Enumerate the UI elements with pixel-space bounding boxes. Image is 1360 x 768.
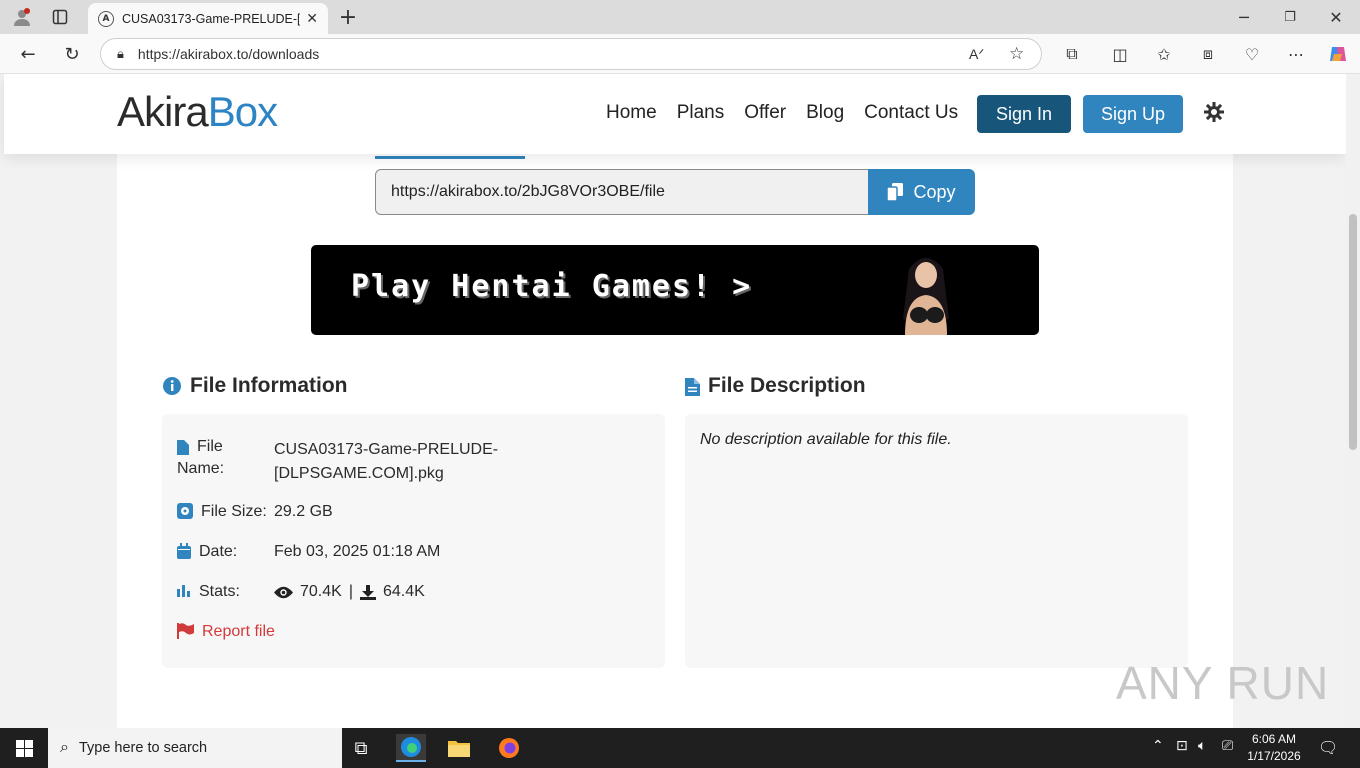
file-icon <box>177 440 189 455</box>
flag-icon <box>177 623 194 639</box>
copy-button-label: Copy <box>913 181 956 202</box>
firefox-icon[interactable] <box>494 734 524 762</box>
search-icon: ⌕ <box>60 739 69 756</box>
taskbar-search[interactable]: ⌕ Type here to search <box>48 728 342 768</box>
network-icon[interactable]: ⎚ <box>1222 738 1233 754</box>
nav-blog[interactable]: Blog <box>806 102 844 124</box>
windows-logo-icon <box>15 739 33 757</box>
address-bar[interactable]: 🔒︎ https://akirabox.to/downloads Aᐟ ☆ <box>100 38 1042 70</box>
tab-title: CUSA03173-Game-PRELUDE-[DLPS <box>122 11 301 26</box>
site-logo[interactable]: AkiraBox <box>117 88 278 136</box>
site-favicon-icon: A <box>98 10 114 27</box>
search-placeholder: Type here to search <box>78 740 208 756</box>
file-description-heading: File Description <box>685 374 866 398</box>
clock-date: 1/17/2026 <box>1247 749 1301 763</box>
file-explorer-icon[interactable] <box>444 734 474 762</box>
tray-device-icon[interactable]: ⊡ <box>1176 738 1188 754</box>
file-information-heading: File Information <box>162 374 348 398</box>
file-size-label: File Size: <box>177 503 267 521</box>
bar-chart-icon <box>177 585 190 597</box>
file-link-field[interactable]: https://akirabox.to/2bJG8VOr3OBE/file <box>375 169 868 215</box>
nav-contact-us[interactable]: Contact Us <box>864 102 958 124</box>
file-size-value: 29.2 GB <box>274 503 333 520</box>
nav-links: Home Plans Offer Blog Contact Us <box>606 102 958 124</box>
sign-in-button[interactable]: Sign In <box>977 95 1071 133</box>
read-aloud-icon[interactable]: Aᐟ <box>969 46 984 63</box>
profile-icon[interactable] <box>8 3 36 31</box>
copilot-icon[interactable] <box>1324 40 1352 68</box>
close-tab-icon[interactable]: ✕ <box>306 11 318 27</box>
download-icon <box>359 584 376 600</box>
taskbar-clock[interactable]: 6:06 AM 1/17/2026 <box>1244 731 1304 765</box>
document-icon <box>685 377 700 396</box>
start-button[interactable] <box>0 728 48 768</box>
restore-icon[interactable]: ❐ <box>1276 3 1304 31</box>
url-text: https://akirabox.to/downloads <box>137 46 320 62</box>
file-description-panel: No description available for this file. <box>685 414 1188 668</box>
volume-icon[interactable]: 🔈︎ <box>1198 738 1206 754</box>
file-description-text: No description available for this file. <box>700 431 952 448</box>
close-window-icon[interactable]: ✕ <box>1322 3 1350 31</box>
tray-chevron-icon[interactable]: ⌃ <box>1152 738 1164 754</box>
file-information-panel: File Name: CUSA03173-Game-PRELUDE- [DLPS… <box>162 414 665 668</box>
file-name-label: File Name: <box>177 438 225 477</box>
favorites-icon[interactable]: ✩ <box>1150 40 1178 68</box>
nav-offer[interactable]: Offer <box>744 102 786 124</box>
watermark-logo: ANY RUN <box>1116 657 1330 709</box>
new-tab-icon[interactable]: + <box>334 3 362 31</box>
copy-icon <box>887 183 904 201</box>
nav-plans[interactable]: Plans <box>677 102 725 124</box>
stats-label: Stats: <box>177 583 240 601</box>
ad-banner[interactable]: Play Hentai Games! > <box>311 245 1039 335</box>
sign-up-button[interactable]: Sign Up <box>1083 95 1183 133</box>
calendar-icon <box>177 543 191 559</box>
task-view-icon[interactable]: ⧉ <box>346 734 376 762</box>
date-label: Date: <box>177 543 237 561</box>
info-circle-icon <box>163 377 181 395</box>
eye-icon <box>274 586 293 598</box>
windows-taskbar: ⌕ Type here to search ⧉ ⌃ ⊡ 🔈︎ ⎚ 6:06 AM… <box>0 728 1360 768</box>
downloads-count: 64.4K <box>382 583 425 600</box>
file-description-title: File Description <box>708 374 866 397</box>
stats-separator: | <box>348 583 353 600</box>
browser-tabstrip: A CUSA03173-Game-PRELUDE-[DLPS ✕ + ─ ❐ ✕ <box>0 0 1360 34</box>
nav-home[interactable]: Home <box>606 102 657 124</box>
views-count: 70.4K <box>300 583 342 600</box>
scrollbar-thumb[interactable] <box>1349 214 1357 450</box>
active-tab[interactable]: A CUSA03173-Game-PRELUDE-[DLPS ✕ <box>88 3 328 34</box>
page-scrollbar[interactable] <box>1346 74 1360 728</box>
ad-banner-text: Play Hentai Games! > <box>351 269 753 304</box>
notifications-icon[interactable]: 🗨︎ <box>1318 738 1338 757</box>
date-value: Feb 03, 2025 01:18 AM <box>274 543 441 560</box>
copy-button[interactable]: Copy <box>868 169 975 215</box>
report-file-link[interactable]: Report file <box>177 623 275 641</box>
edge-taskbar-icon[interactable] <box>396 734 426 762</box>
site-navbar: AkiraBox Home Plans Offer Blog Contact U… <box>4 74 1346 154</box>
collections-icon[interactable]: ⧈ <box>1194 40 1222 68</box>
stats-value: 70.4K | 64.4K <box>274 583 425 601</box>
more-menu-icon[interactable]: ⋯ <box>1282 40 1310 68</box>
active-tab-indicator <box>375 156 525 159</box>
file-name-label-line2: Name: <box>177 460 225 477</box>
page-viewport: https://akirabox.to/2bJG8VOr3OBE/file Co… <box>0 74 1346 728</box>
refresh-icon[interactable]: ↻ <box>58 40 86 68</box>
hard-drive-icon <box>177 503 193 519</box>
ad-character-image <box>903 258 949 335</box>
tab-actions-icon[interactable] <box>46 3 74 31</box>
theme-toggle-icon[interactable] <box>1204 102 1224 128</box>
browser-essentials-icon[interactable]: ♡ <box>1238 40 1266 68</box>
file-information-title: File Information <box>190 374 348 397</box>
favorite-star-icon[interactable]: ☆ <box>1009 44 1024 64</box>
minimize-icon[interactable]: ─ <box>1230 3 1258 31</box>
file-link-text: https://akirabox.to/2bJG8VOr3OBE/file <box>391 183 665 200</box>
file-name-value: CUSA03173-Game-PRELUDE- [DLPSGAME.COM].p… <box>274 441 499 482</box>
split-screen-icon[interactable]: ◫ <box>1106 40 1134 68</box>
browser-toolbar: ← ↻ 🔒︎ https://akirabox.to/downloads Aᐟ … <box>0 34 1360 74</box>
extensions-icon[interactable]: ⧉ <box>1058 40 1086 68</box>
lock-icon: 🔒︎ <box>117 46 124 61</box>
clock-time: 6:06 AM <box>1251 732 1297 746</box>
back-icon[interactable]: ← <box>14 40 42 68</box>
